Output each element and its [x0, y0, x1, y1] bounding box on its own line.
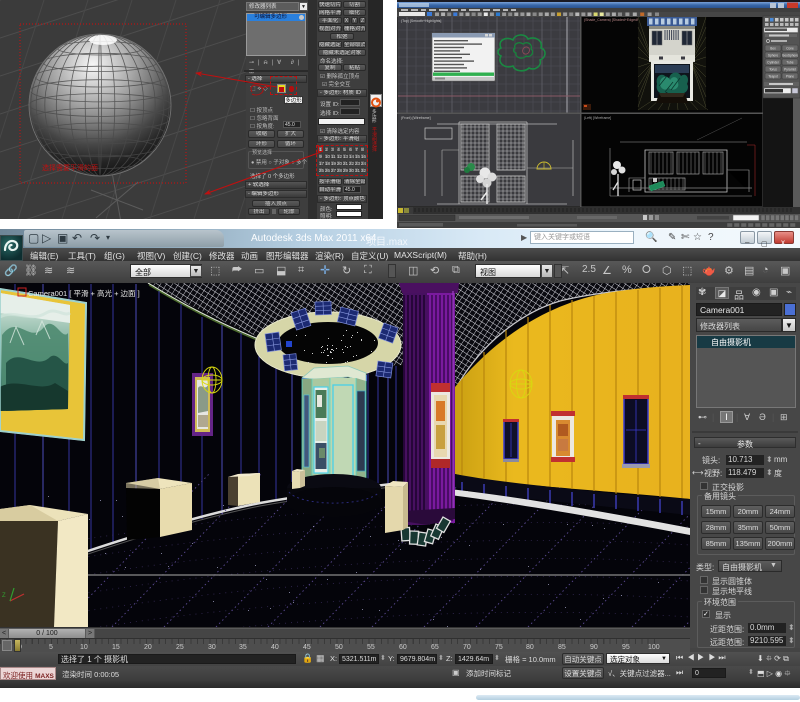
svg-text:(Left) [Wireframe]: (Left) [Wireframe]: [584, 116, 611, 120]
svg-text:Cone: Cone: [786, 46, 794, 50]
svg-text:Plane: Plane: [786, 74, 794, 78]
svg-text:(Top) [Smooth+Highlights]: (Top) [Smooth+Highlights]: [401, 19, 441, 23]
svg-text:Tube: Tube: [786, 60, 793, 64]
svg-text:Cylinder: Cylinder: [767, 60, 780, 64]
svg-text:Torus: Torus: [769, 67, 777, 71]
svg-text:Pyramid: Pyramid: [784, 67, 796, 71]
svg-text:GeoSphere: GeoSphere: [782, 53, 799, 57]
svg-text:Box: Box: [770, 46, 776, 50]
svg-text:Camera001 [ 平滑 + 高光 + 边面 ]: Camera001 [ 平滑 + 高光 + 边面 ]: [28, 288, 140, 298]
svg-text:Teapot: Teapot: [768, 74, 778, 78]
svg-text:Sphere: Sphere: [768, 53, 779, 57]
svg-text:Z: Z: [2, 593, 6, 599]
svg-text:选择需要平滑的面: 选择需要平滑的面: [42, 163, 98, 172]
svg-text:(Front) [Wireframe]: (Front) [Wireframe]: [401, 116, 431, 120]
